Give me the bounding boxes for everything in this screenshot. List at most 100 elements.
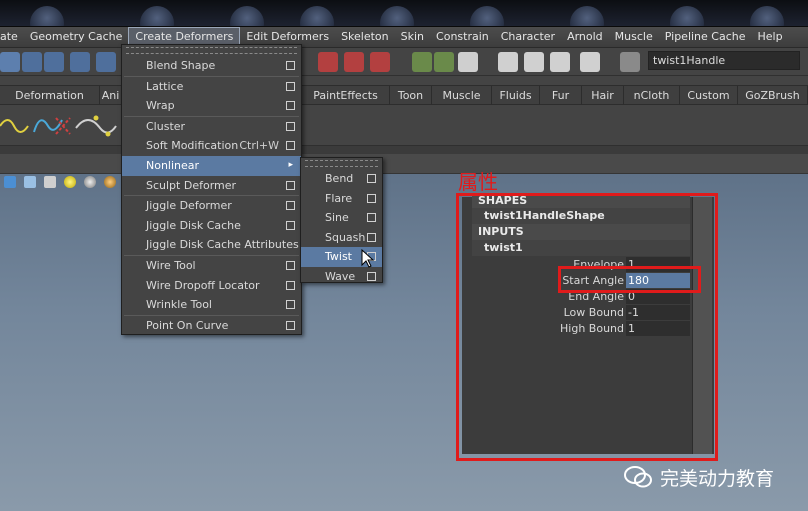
submenu-item-wave[interactable]: Wave [301,267,382,287]
menu-item-wire-dropoff-locator[interactable]: Wire Dropoff Locator [122,276,301,296]
option-box-icon[interactable] [286,300,295,310]
curve-tool-icon[interactable] [44,52,64,72]
history-icon[interactable] [412,52,432,72]
option-box-icon[interactable] [367,213,376,223]
menu-item-jiggle-disk-cache-attributes[interactable]: Jiggle Disk Cache Attributes [122,235,301,255]
label: Wire Tool [146,258,196,272]
submenu-tearoff[interactable] [305,160,378,167]
option-box-icon[interactable] [367,271,376,281]
tab-muscle[interactable]: Muscle [432,86,492,105]
label: Wire Dropoff Locator [146,278,260,292]
surface-tool-icon[interactable] [70,52,90,72]
label: Jiggle Disk Cache Attributes [146,238,299,252]
tab-hair[interactable]: Hair [582,86,624,105]
shelf-orb-icon [30,6,64,26]
ipr-render-icon[interactable] [524,52,544,72]
label: Twist [325,250,352,264]
tab-painteffects[interactable]: PaintEffects [302,86,390,105]
magnet-icon[interactable] [318,52,338,72]
shelf-orb-icon [670,6,704,26]
watermark: 完美动力教育 [624,462,774,492]
wireframe-cube-icon[interactable] [24,176,36,188]
output-icon[interactable] [434,52,454,72]
menu-constrain[interactable]: Constrain [430,27,495,47]
label: Jiggle Deformer [146,199,232,213]
menu-arnold[interactable]: Arnold [561,27,609,47]
menu-geometry-cache[interactable]: Geometry Cache [24,27,129,47]
tab-deformation[interactable]: Deformation [0,86,100,105]
render-icon[interactable] [498,52,518,72]
shelf-orb-icon [140,6,174,26]
tab-gozbrush[interactable]: GoZBrush [738,86,808,105]
snap-point-icon[interactable] [344,52,364,72]
option-box-icon[interactable] [286,81,295,91]
option-box-icon[interactable] [286,101,295,111]
menu-help[interactable]: Help [752,27,789,47]
option-box-icon[interactable] [367,232,376,242]
shading-cube-icon[interactable] [4,176,16,188]
tab-fur[interactable]: Fur [540,86,582,105]
option-box-icon[interactable] [286,220,295,230]
grid-snap-icon[interactable] [96,52,116,72]
menu-item-nonlinear[interactable]: Nonlinear ▸ [122,155,301,176]
deformer-curves-icons[interactable] [0,106,130,146]
submenu-item-flare[interactable]: Flare [301,189,382,209]
menu-item-jiggle-deformer[interactable]: Jiggle Deformer [122,196,301,216]
option-box-icon[interactable] [367,193,376,203]
menu-item-point-on-curve[interactable]: Point On Curve [122,316,301,336]
menu-muscle[interactable]: Muscle [609,27,659,47]
menu-tearoff[interactable] [126,47,297,54]
option-box-icon[interactable] [367,174,376,183]
label: Sculpt Deformer [146,178,237,192]
option-box-icon[interactable] [286,280,295,290]
material-sphere-icon[interactable] [104,176,116,188]
label: Bend [325,172,354,185]
option-box-icon[interactable] [286,121,295,131]
tab-fluids[interactable]: Fluids [492,86,540,105]
menu-item-soft-modification[interactable]: Soft Modification Ctrl+W [122,136,301,156]
tab-ncloth[interactable]: nCloth [624,86,680,105]
option-box-icon[interactable] [286,180,295,190]
label: Point On Curve [146,318,229,332]
label: Jiggle Disk Cache [146,218,241,232]
option-box-icon[interactable] [286,201,295,211]
menu-item-wrinkle-tool[interactable]: Wrinkle Tool [122,295,301,315]
menu-skeleton[interactable]: Skeleton [335,27,395,47]
menu-ate[interactable]: ate [0,27,24,47]
render-settings-icon[interactable] [550,52,570,72]
option-box-icon[interactable] [286,320,295,330]
joint-tool-icon[interactable] [22,52,42,72]
hypershade-icon[interactable] [580,52,600,72]
option-box-icon[interactable] [286,61,295,70]
label: Blend Shape [146,59,216,72]
menu-item-sculpt-deformer[interactable]: Sculpt Deformer [122,176,301,196]
menu-item-blend-shape[interactable]: Blend Shape [122,56,301,76]
menu-item-lattice[interactable]: Lattice [122,77,301,97]
menu-character[interactable]: Character [495,27,561,47]
option-box-icon[interactable] [286,141,295,151]
option-box-icon[interactable] [286,260,295,270]
menu-item-wire-tool[interactable]: Wire Tool [122,256,301,276]
tab-animation[interactable]: Ani [100,86,122,105]
input-line-icon[interactable] [620,52,640,72]
submenu-arrow-icon: ▸ [288,159,293,170]
menu-skin[interactable]: Skin [395,27,430,47]
menu-item-cluster[interactable]: Cluster [122,117,301,137]
shadow-sphere-icon[interactable] [84,176,96,188]
label: Flare [325,191,353,205]
light-icon[interactable] [64,176,76,188]
move-tool-icon[interactable] [0,52,20,72]
menu-pipeline-cache[interactable]: Pipeline Cache [659,27,752,47]
texture-checker-icon[interactable] [44,176,56,188]
menu-item-wrap[interactable]: Wrap [122,96,301,116]
submenu-item-bend[interactable]: Bend [301,169,382,189]
tab-custom[interactable]: Custom [680,86,738,105]
construction-history-icon[interactable] [458,52,478,72]
submenu-item-squash[interactable]: Squash [301,228,382,248]
snap-surface-icon[interactable] [370,52,390,72]
name-field[interactable]: twist1Handle [648,51,800,70]
annotation-label: 属性 [458,170,498,194]
submenu-item-sine[interactable]: Sine [301,208,382,228]
tab-toon[interactable]: Toon [390,86,432,105]
menu-item-jiggle-disk-cache[interactable]: Jiggle Disk Cache [122,216,301,236]
